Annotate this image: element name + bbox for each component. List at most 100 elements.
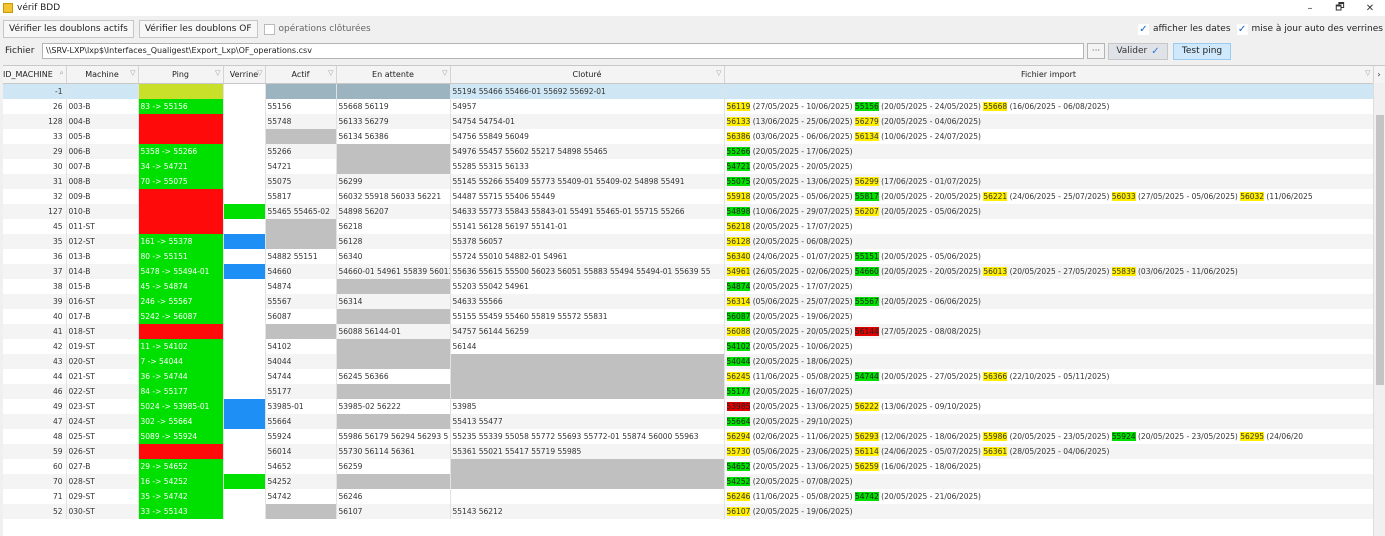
table-row[interactable]: 33 005-B 56134 56386 54756 55849 56049 56386…	[3, 128, 1385, 144]
cell-id[interactable]: 44	[3, 368, 67, 384]
cell-machine[interactable]	[66, 83, 139, 99]
cell-machine[interactable]: 009-B	[66, 188, 139, 204]
table-row[interactable]: 41 018-ST 56088 56144-01 54757 56144 56259 5…	[3, 323, 1385, 339]
cell-fichier-import[interactable]: 54252 (20/05/2025 - 07/08/2025)	[724, 473, 1374, 489]
closed-operations-checkbox[interactable]: opérations clôturées	[263, 23, 371, 35]
cell-verrine[interactable]	[223, 278, 266, 294]
cell-machine[interactable]: 019-ST	[66, 338, 139, 354]
cell-actif[interactable]: 54744	[265, 368, 337, 384]
cell-fichier-import[interactable]: 55730 (05/06/2025 - 23/06/2025) 56114 (2…	[724, 443, 1374, 459]
cell-verrine[interactable]	[223, 218, 266, 234]
cell-fichier-import[interactable]	[724, 83, 1374, 99]
table-row[interactable]: 70 028-ST 16 -> 54252 54252 54252 (20/05/202…	[3, 473, 1385, 489]
table-row[interactable]: 45 011-ST 56218 55141 56128 56197 55141-01 5…	[3, 218, 1385, 234]
cell-id[interactable]: 48	[3, 428, 67, 444]
cell-en-attente[interactable]: 54898 56207	[336, 203, 451, 219]
cell-ping[interactable]	[138, 323, 224, 339]
scrollbar-thumb[interactable]	[1376, 115, 1384, 385]
cell-fichier-import[interactable]: 56245 (11/06/2025 - 05/08/2025) 54744 (2…	[724, 368, 1374, 384]
cell-machine[interactable]: 027-B	[66, 458, 139, 474]
cell-ping[interactable]	[138, 443, 224, 459]
cell-actif[interactable]: 54252	[265, 473, 337, 489]
cell-actif[interactable]	[265, 83, 337, 99]
cell-cloture[interactable]: 54633 55566	[450, 293, 725, 309]
filter-icon[interactable]: ▽	[1365, 69, 1370, 77]
cell-id[interactable]: 70	[3, 473, 67, 489]
cell-cloture[interactable]: 55155 55459 55460 55819 55572 55831	[450, 308, 725, 324]
cell-verrine[interactable]	[223, 203, 266, 219]
machines-grid[interactable]: ID_MACHINE ⌕ Machine ▽ Ping ▽ Verrine ▽ Acti…	[3, 65, 1385, 536]
cell-ping[interactable]	[138, 83, 224, 99]
test-ping-button[interactable]: Test ping	[1173, 42, 1231, 60]
cell-en-attente[interactable]: 56218	[336, 218, 451, 234]
cell-en-attente[interactable]	[336, 83, 451, 99]
cell-fichier-import[interactable]: 55177 (20/05/2025 - 16/07/2025)	[724, 383, 1374, 399]
cell-en-attente[interactable]: 56314	[336, 293, 451, 309]
cell-id[interactable]: -1	[3, 83, 67, 99]
cell-cloture[interactable]	[450, 458, 725, 474]
table-row[interactable]: 39 016-ST 246 -> 55567 55567 56314 54633 5556…	[3, 293, 1385, 309]
cell-id[interactable]: 32	[3, 188, 67, 204]
table-row[interactable]: 36 013-B 80 -> 55151 54882 55151 56340 55724 …	[3, 248, 1385, 264]
filter-icon[interactable]: ▽	[130, 69, 135, 77]
filter-icon[interactable]: ▽	[442, 69, 447, 77]
auto-update-checkbox[interactable]: ✓ mise à jour auto des verrines	[1236, 23, 1383, 35]
cell-id[interactable]: 37	[3, 263, 67, 279]
cell-actif[interactable]: 55664	[265, 413, 337, 429]
cell-cloture[interactable]: 54633 55773 55843 55843-01 55491 55465-0…	[450, 203, 725, 219]
table-row[interactable]: 52 030-ST 33 -> 55143 56107 55143 56212 56107…	[3, 503, 1385, 519]
cell-verrine[interactable]	[223, 443, 266, 459]
cell-ping[interactable]: 11 -> 54102	[138, 338, 224, 354]
cell-actif[interactable]: 56014	[265, 443, 337, 459]
cell-en-attente[interactable]	[336, 383, 451, 399]
cell-en-attente[interactable]: 56340	[336, 248, 451, 264]
cell-machine[interactable]: 006-B	[66, 143, 139, 159]
cell-machine[interactable]: 012-ST	[66, 233, 139, 249]
cell-machine[interactable]: 007-B	[66, 158, 139, 174]
cell-ping[interactable]: 35 -> 54742	[138, 488, 224, 504]
cell-id[interactable]: 128	[3, 113, 67, 129]
table-row[interactable]: 26 003-B 83 -> 55156 55156 55668 56119 54957 5…	[3, 98, 1385, 114]
cell-cloture[interactable]	[450, 383, 725, 399]
cell-fichier-import[interactable]: 55075 (20/05/2025 - 13/06/2025) 56299 (1…	[724, 173, 1374, 189]
cell-en-attente[interactable]	[336, 338, 451, 354]
cell-cloture[interactable]	[450, 473, 725, 489]
cell-fichier-import[interactable]: 56294 (02/06/2025 - 11/06/2025) 56293 (1…	[724, 428, 1374, 444]
cell-verrine[interactable]	[223, 413, 266, 429]
cell-actif[interactable]: 54660	[265, 263, 337, 279]
filter-icon[interactable]: ▽	[215, 69, 220, 77]
cell-id[interactable]: 49	[3, 398, 67, 414]
cell-en-attente[interactable]: 55730 56114 56361	[336, 443, 451, 459]
table-row[interactable]: 71 029-ST 35 -> 54742 54742 56246 56246 (11/0…	[3, 488, 1385, 504]
cell-id[interactable]: 42	[3, 338, 67, 354]
cell-ping[interactable]: 5358 -> 55266	[138, 143, 224, 159]
cell-actif[interactable]	[265, 128, 337, 144]
cell-machine[interactable]: 024-ST	[66, 413, 139, 429]
cell-ping[interactable]: 5024 -> 53985-01	[138, 398, 224, 414]
cell-verrine[interactable]	[223, 473, 266, 489]
show-dates-checkbox[interactable]: ✓ afficher les dates	[1137, 23, 1231, 35]
checkmark-icon[interactable]: ✓	[1137, 23, 1149, 35]
cell-actif[interactable]	[265, 323, 337, 339]
table-row[interactable]: 127 010-B 55465 55465-02 54898 56207 54633 5…	[3, 203, 1385, 219]
cell-fichier-import[interactable]: 56314 (05/06/2025 - 25/07/2025) 55567 (2…	[724, 293, 1374, 309]
cell-actif[interactable]: 54874	[265, 278, 337, 294]
col-actif[interactable]: Actif ▽	[265, 66, 337, 84]
cell-machine[interactable]: 003-B	[66, 98, 139, 114]
cell-fichier-import[interactable]: 56340 (24/06/2025 - 01/07/2025) 55151 (2…	[724, 248, 1374, 264]
col-verrine[interactable]: Verrine ▽	[223, 66, 266, 84]
cell-machine[interactable]: 008-B	[66, 173, 139, 189]
cell-actif[interactable]: 54102	[265, 338, 337, 354]
cell-actif[interactable]: 53985-01	[265, 398, 337, 414]
cell-en-attente[interactable]: 56032 55918 56033 56221	[336, 188, 451, 204]
cell-ping[interactable]: 5478 -> 55494-01	[138, 263, 224, 279]
cell-id[interactable]: 33	[3, 128, 67, 144]
cell-id[interactable]: 31	[3, 173, 67, 189]
cell-actif[interactable]: 55156	[265, 98, 337, 114]
cell-actif[interactable]	[265, 233, 337, 249]
col-cloture[interactable]: Cloturé ▽	[450, 66, 725, 84]
cell-en-attente[interactable]: 55986 56179 56294 56293 5	[336, 428, 451, 444]
cell-fichier-import[interactable]: 56107 (20/05/2025 - 19/06/2025)	[724, 503, 1374, 519]
cell-cloture[interactable]: 55145 55266 55409 55773 55409-01 55409-0…	[450, 173, 725, 189]
cell-verrine[interactable]	[223, 488, 266, 504]
